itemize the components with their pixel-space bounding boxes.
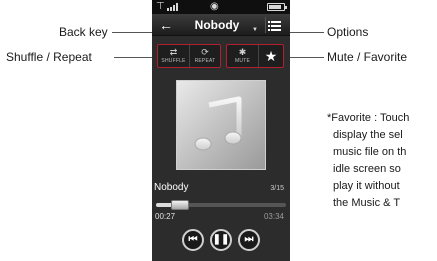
music-note-icon bbox=[194, 96, 242, 151]
mute-speaker-icon: ✱ bbox=[238, 47, 247, 57]
previous-button[interactable]: ⏮ bbox=[182, 229, 204, 251]
progress-bar[interactable] bbox=[156, 200, 286, 210]
options-leader bbox=[286, 32, 324, 33]
antenna-icon: ⊤ bbox=[156, 1, 165, 12]
mute-label: MUTE bbox=[235, 58, 250, 64]
dropdown-arrow-icon: ▼ bbox=[252, 27, 258, 33]
repeat-label: REPEAT bbox=[194, 58, 216, 64]
favorite-button[interactable]: ★ bbox=[259, 45, 283, 67]
favorite-note-line: idle screen so bbox=[333, 163, 401, 175]
options-callout: Options bbox=[327, 25, 369, 39]
star-icon: ★ bbox=[264, 48, 278, 64]
shuffle-repeat-callout: Shuffle / Repeat bbox=[6, 50, 92, 64]
battery-icon bbox=[267, 3, 287, 11]
mute-button[interactable]: ✱ MUTE bbox=[227, 45, 259, 67]
mute-favorite-leader bbox=[284, 57, 324, 58]
repeat-button[interactable]: ⟳ REPEAT bbox=[190, 45, 220, 67]
control-row: ⇄ SHUFFLE ⟳ REPEAT ✱ MUTE ★ bbox=[152, 44, 290, 68]
back-key-callout: Back key bbox=[59, 25, 108, 39]
total-time: 03:34 bbox=[263, 212, 284, 221]
next-button[interactable]: ⏭ bbox=[238, 229, 260, 251]
next-icon: ⏭ bbox=[244, 234, 254, 245]
pause-icon: ❚❚ bbox=[212, 234, 230, 245]
back-arrow-icon: ← bbox=[159, 17, 173, 33]
signal-bars-icon bbox=[167, 3, 181, 11]
elapsed-time: 00:27 bbox=[155, 212, 176, 221]
favorite-note-line: display the sel bbox=[333, 129, 403, 141]
title-bar: ← Nobody ▼ bbox=[152, 14, 290, 36]
track-count: 3/15 bbox=[270, 185, 284, 192]
previous-icon: ⏮ bbox=[188, 234, 198, 245]
shuffle-button[interactable]: ⇄ SHUFFLE bbox=[158, 45, 190, 67]
phone-screen: ⊤ ◉ ← Nobody ▼ ⇄ SHUFFLE ⟳ REPEAT ✱ MUTE… bbox=[152, 0, 290, 261]
favorite-note: *Favorite : Touch display the sel music … bbox=[327, 110, 437, 212]
favorite-note-line: *Favorite : Touch bbox=[327, 112, 410, 124]
shuffle-repeat-group: ⇄ SHUFFLE ⟳ REPEAT bbox=[157, 44, 221, 68]
shuffle-label: SHUFFLE bbox=[161, 58, 186, 64]
status-bar: ⊤ ◉ bbox=[152, 0, 290, 14]
repeat-icon: ⟳ bbox=[201, 47, 209, 57]
favorite-note-line: play it without bbox=[333, 180, 400, 192]
pause-button[interactable]: ❚❚ bbox=[210, 229, 232, 251]
back-button[interactable]: ← bbox=[158, 17, 174, 33]
favorite-note-line: the Music & T bbox=[333, 197, 401, 209]
favorite-note-line: music file on th bbox=[333, 146, 407, 158]
player-title: Nobody bbox=[194, 18, 240, 32]
progress-thumb[interactable] bbox=[170, 200, 189, 210]
mute-favorite-group: ✱ MUTE ★ bbox=[226, 44, 284, 68]
music-status-icon: ◉ bbox=[210, 1, 219, 12]
album-art bbox=[176, 80, 266, 170]
shuffle-icon: ⇄ bbox=[169, 47, 178, 57]
track-name: Nobody bbox=[154, 182, 189, 193]
options-button[interactable] bbox=[265, 17, 285, 33]
mute-favorite-callout: Mute / Favorite bbox=[327, 50, 408, 64]
